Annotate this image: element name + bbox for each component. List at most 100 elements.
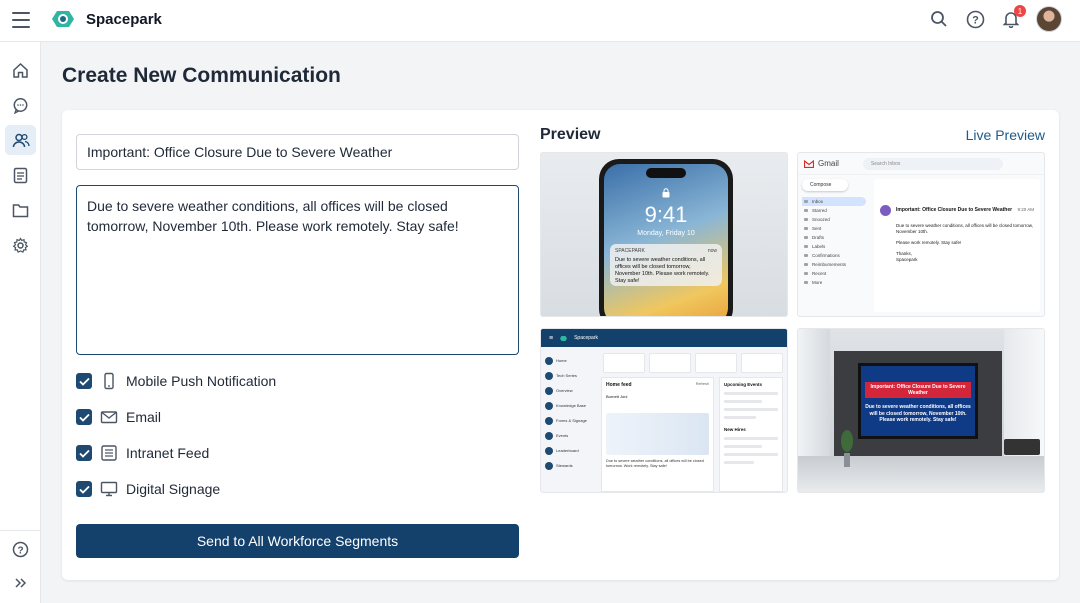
checkbox-checked[interactable] [76,481,92,497]
menu-icon[interactable] [12,12,30,28]
gmail-folder: Labels [802,242,866,251]
top-bar: Spacepark ? 1 [0,0,1080,42]
post-text: Due to severe weather conditions, all of… [606,459,704,468]
post-image [606,413,709,455]
people-icon[interactable] [5,125,36,155]
gmail-compose: Compose [802,179,848,191]
smartphone-icon [104,372,114,390]
signage-text: Due to severe weather conditions, all of… [865,404,971,423]
intranet-nav: Home [556,358,567,363]
gmail-folder: Sent [802,224,866,233]
svg-text:?: ? [17,545,23,556]
email-time: 9:20 AM [1017,207,1034,212]
search-icon[interactable] [928,8,950,30]
checkbox-checked[interactable] [76,409,92,425]
mail-icon [100,411,118,424]
expand-icon[interactable] [5,568,36,598]
left-rail: ? [0,42,41,603]
gmail-folder: Inbox [802,197,866,206]
settings-icon[interactable] [5,230,36,260]
help-icon[interactable]: ? [964,8,986,30]
preview-title: Preview [540,126,601,143]
composer-card: Mobile Push Notification Email Intranet … [62,110,1059,580]
intranet-home-feed: Home feed Refresh Burnett Joni Due to se… [601,377,714,492]
send-button[interactable]: Send to All Workforce Segments [76,524,519,558]
page-title: Create New Communication [62,64,341,87]
channel-label: Mobile Push Notification [126,373,277,389]
intranet-nav: Tech Series [556,373,577,378]
email-body-2: Please work remotely. Stay safe! [896,240,962,245]
rail-divider [0,530,41,531]
channel-label: Digital Signage [126,481,221,497]
intranet-brand: Spacepark [574,335,598,341]
phone-date: Monday, Friday 10 [637,230,695,237]
channel-digital-signage[interactable]: Digital Signage [76,479,220,499]
checkbox-checked[interactable] [76,445,92,461]
gmail-folder: More [802,278,866,287]
channel-mobile-push[interactable]: Mobile Push Notification [76,371,276,391]
signage-headline: Important: Office Closure Due to Severe … [865,382,971,398]
preview-mobile-push[interactable]: 9:41 Monday, Friday 10 SPACEPARK now Due … [540,152,788,317]
channel-intranet-feed[interactable]: Intranet Feed [76,443,209,463]
lock-icon [662,188,670,198]
notification-time: now [707,248,717,254]
phone-mockup: 9:41 Monday, Friday 10 SPACEPARK now Due … [599,159,733,316]
news-title: New Hires [724,427,746,432]
push-notification: SPACEPARK now Due to severe weather condi… [610,244,722,286]
subject-input[interactable] [76,134,519,170]
email-sender: Spacepark [896,257,918,262]
app-name: Spacepark [86,10,162,28]
gmail-folder: Starred [802,206,866,215]
notifications-icon[interactable]: 1 [1000,5,1026,30]
sofa [1004,439,1040,455]
live-preview-link[interactable]: Live Preview [966,127,1045,143]
folder-icon[interactable] [5,195,36,225]
svg-text:?: ? [972,14,979,26]
intranet-side-panel: Upcoming Events New Hires [719,377,783,492]
channel-email[interactable]: Email [76,407,161,427]
sender-avatar [880,205,891,216]
events-title: Upcoming Events [724,382,763,387]
gmail-folder: Drafts [802,233,866,242]
plant-icon [841,430,853,467]
gmail-brand: Gmail [818,159,839,168]
feed-title: Home feed [606,382,632,388]
post-author: Burnett Joni [606,394,628,399]
preview-email[interactable]: Gmail Search Inbox Compose Inbox Starred… [797,152,1045,317]
checkbox-checked[interactable] [76,373,92,389]
gmail-folder: Snoozed [802,215,866,224]
logo[interactable]: Spacepark [48,8,162,30]
user-avatar[interactable] [1036,6,1062,32]
menu-icon: ≡ [549,334,554,342]
home-icon[interactable] [5,55,36,85]
notification-badge: 1 [1014,5,1026,17]
feed-icon [101,445,117,461]
monitor-icon [100,481,118,497]
gmail-folder: Reimbursements [802,260,866,269]
intranet-nav: Stewards [556,463,573,468]
intranet-nav: Leaderboard [556,448,579,453]
intranet-nav: Knowledge Base [556,403,587,408]
email-body: Due to severe weather conditions, all of… [896,223,1033,234]
notification-app: SPACEPARK [615,248,645,254]
gmail-folder: Recent [802,269,866,278]
phone-time: 9:41 [644,202,688,227]
chat-icon[interactable] [5,90,36,120]
channel-label: Email [126,409,162,425]
notification-text: Due to severe weather conditions, all of… [615,257,710,284]
gmail-folder: Confirmations [802,251,866,260]
gmail-search: Search Inbox [862,157,1003,170]
gmail-icon [804,159,814,168]
spacepark-logo-icon [52,11,74,27]
spacepark-logo-icon [560,335,568,341]
help-icon[interactable]: ? [5,534,36,564]
channel-label: Intranet Feed [126,445,210,461]
preview-digital-signage[interactable]: Important: Office Closure Due to Severe … [797,328,1045,493]
intranet-nav: Forms & Signage [556,418,587,423]
email-subject: Important: Office Closure Due to Severe … [896,207,1013,213]
message-body-input[interactable] [76,185,519,355]
document-icon[interactable] [5,160,36,190]
intranet-nav: Overview [556,388,573,393]
intranet-nav: Events [556,433,569,438]
preview-intranet-feed[interactable]: ≡ Spacepark Home Tech Series Overview Kn… [540,328,788,493]
